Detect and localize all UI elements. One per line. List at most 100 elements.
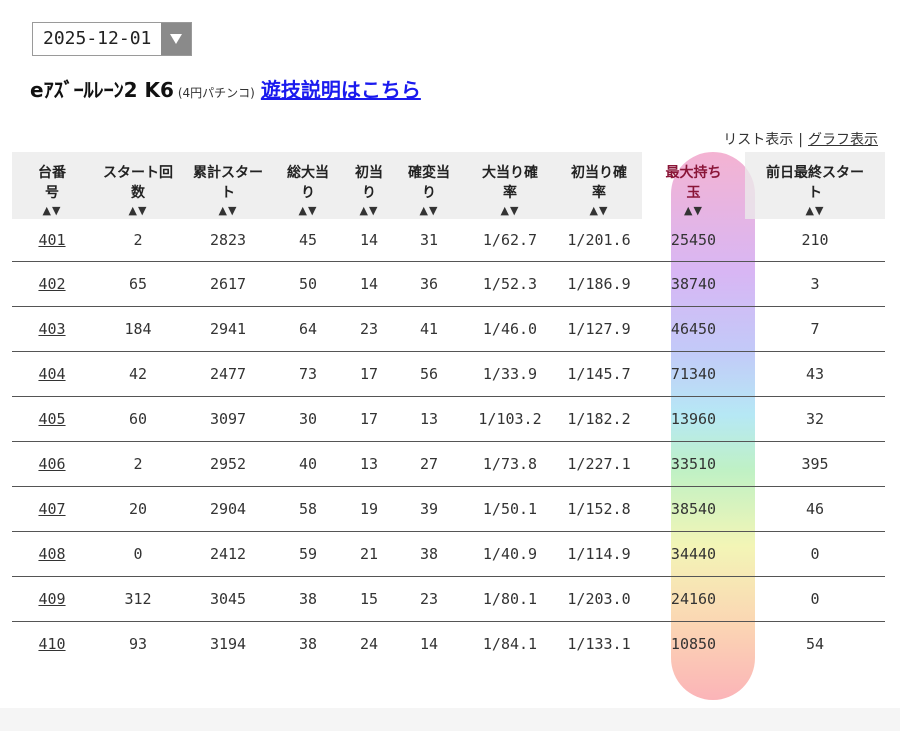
table-cell: 210 bbox=[745, 219, 885, 262]
table-cell: 25450 bbox=[642, 219, 745, 262]
date-value: 2025-12-01 bbox=[43, 28, 152, 49]
table-cell: 2952 bbox=[184, 441, 272, 487]
table-cell: 1/33.9 bbox=[464, 351, 556, 397]
column-header: 台番号 bbox=[12, 152, 92, 202]
machine-number-link[interactable]: 403 bbox=[38, 320, 65, 338]
sort-toggle-icon[interactable]: ▲▼ bbox=[745, 202, 885, 219]
table-cell: 42 bbox=[92, 351, 184, 397]
sort-toggle-icon[interactable]: ▲▼ bbox=[464, 202, 556, 219]
table-cell: 401 bbox=[12, 219, 92, 262]
table-cell: 0 bbox=[745, 576, 885, 622]
date-select[interactable]: 2025-12-01 bbox=[32, 22, 192, 56]
sort-toggle-icon[interactable]: ▲▼ bbox=[92, 202, 184, 219]
sort-toggle-icon[interactable]: ▲▼ bbox=[394, 202, 464, 219]
table-cell: 1/52.3 bbox=[464, 261, 556, 307]
sort-toggle-icon[interactable]: ▲▼ bbox=[556, 202, 642, 219]
table-row: 408 0 2412 59 21 38 1/40.9 1/114.9 34440 0 bbox=[12, 531, 885, 577]
column-header-text: 最大持ち bbox=[665, 164, 722, 180]
table-cell: 0 bbox=[745, 531, 885, 577]
table-cell: 13 bbox=[394, 396, 464, 442]
play-guide-link[interactable]: 遊技説明はこちら bbox=[261, 78, 421, 102]
table-cell: 14 bbox=[344, 261, 394, 307]
column-header: 確変当り bbox=[394, 152, 464, 202]
table-cell: 46450 bbox=[642, 306, 745, 352]
table-cell: 38540 bbox=[642, 486, 745, 532]
machine-category: (4円パチンコ) bbox=[177, 86, 255, 100]
table-cell: 27 bbox=[394, 441, 464, 487]
table-cell: 1/50.1 bbox=[464, 486, 556, 532]
sort-toggle-icon[interactable]: ▲▼ bbox=[272, 202, 344, 219]
table-cell: 24 bbox=[359, 635, 379, 653]
table-cell: 184 bbox=[92, 306, 184, 352]
sort-toggle-icon[interactable]: ▲▼ bbox=[642, 202, 745, 219]
table-cell: 14 bbox=[419, 635, 439, 653]
sort-toggle-icon[interactable]: ▲▼ bbox=[12, 202, 92, 219]
table-cell: 2 bbox=[92, 441, 184, 487]
sort-toggle-icon[interactable]: ▲▼ bbox=[184, 202, 272, 219]
column-header: 前日最終スタート bbox=[745, 152, 885, 202]
list-view-label: リスト表示 bbox=[723, 132, 794, 148]
machine-number-link[interactable]: 405 bbox=[38, 410, 65, 428]
column-header-text: 数 bbox=[131, 184, 145, 200]
triangle-down-icon[interactable] bbox=[161, 23, 191, 55]
table-cell: 3045 bbox=[184, 576, 272, 622]
table-cell: 73 bbox=[272, 351, 344, 397]
table-cell: 39 bbox=[394, 486, 464, 532]
table-cell: 1/80.1 bbox=[464, 576, 556, 622]
table-cell: 402 bbox=[12, 261, 92, 307]
table-cell: 2 bbox=[92, 219, 184, 262]
machine-number-link[interactable]: 410 bbox=[38, 635, 65, 653]
table-cell: 20 bbox=[92, 486, 184, 532]
table-cell: 2941 bbox=[184, 306, 272, 352]
view-toggle: リスト表示 | グラフ表示 bbox=[723, 129, 878, 149]
table-cell: 38 bbox=[272, 576, 344, 622]
table-cell: 404 bbox=[12, 351, 92, 397]
column-header-text: り bbox=[422, 184, 436, 200]
table-cell: 1/62.7 bbox=[464, 219, 556, 262]
title-row: eｱｽﾞｰﾙﾚｰﾝ2 K6 (4円パチンコ) 遊技説明はこちら bbox=[30, 74, 421, 103]
column-header-text: 号 bbox=[45, 184, 59, 200]
table-cell: 1/182.2 bbox=[556, 396, 642, 442]
table-cell: 403 bbox=[12, 306, 92, 352]
table-row: 404 42 2477 73 17 56 1/33.9 1/145.7 71340 43 bbox=[12, 351, 885, 397]
table-cell: 56 bbox=[394, 351, 464, 397]
column-header-text: 大当り確 bbox=[482, 164, 538, 180]
table-cell: 13960 bbox=[642, 396, 745, 442]
table-cell: 38740 bbox=[642, 261, 745, 307]
column-header-text: 総大当 bbox=[287, 164, 329, 180]
machine-number-link[interactable]: 401 bbox=[38, 231, 65, 249]
machine-number-link[interactable]: 404 bbox=[38, 365, 65, 383]
column-header: 累計スタート bbox=[184, 152, 272, 202]
table-cell: 14 bbox=[344, 219, 394, 262]
table-row: 406 2 2952 40 13 27 1/73.8 1/227.1 33510 395 bbox=[12, 441, 885, 487]
machine-number-link[interactable]: 407 bbox=[38, 500, 65, 518]
column-header-text: 率 bbox=[503, 184, 517, 200]
table-cell: 65 bbox=[92, 261, 184, 307]
table-body: 401 2 2823 45 14 31 1/62.7 1/201.6 25450 210 402 65… bbox=[12, 219, 885, 666]
table-row: 409 312 3045 38 15 23 1/80.1 1/203.0 24160 0 bbox=[12, 576, 885, 622]
table-cell: 1/203.0 bbox=[556, 576, 642, 622]
machine-number-link[interactable]: 409 bbox=[38, 590, 65, 608]
table-cell: 3097 bbox=[184, 396, 272, 442]
table-row: 405 60 3097 30 17 13 1/103.2 1/182.2 13960 32 bbox=[12, 396, 885, 442]
table-cell: 36 bbox=[394, 261, 464, 307]
sort-toggle-icon[interactable]: ▲▼ bbox=[344, 202, 394, 219]
machine-number-link[interactable]: 402 bbox=[38, 275, 65, 293]
machine-number-link[interactable]: 408 bbox=[38, 545, 65, 563]
table-cell: 60 bbox=[92, 396, 184, 442]
table-cell: 408 bbox=[12, 531, 92, 577]
table-cell: 34440 bbox=[642, 531, 745, 577]
data-table: 台番号スタート回数累計スタート総大当り初当り確変当り大当り確率初当り確率最大持ち… bbox=[12, 152, 885, 666]
machine-number-link[interactable]: 406 bbox=[38, 455, 65, 473]
table-cell: 1/114.9 bbox=[556, 531, 642, 577]
table-cell: 0 bbox=[92, 531, 184, 577]
column-header-text: スタート回 bbox=[103, 164, 173, 180]
graph-view-link[interactable]: グラフ表示 bbox=[808, 132, 878, 148]
table-cell: 1/145.7 bbox=[556, 351, 642, 397]
column-header-text: 累計スター bbox=[193, 164, 263, 180]
table-cell: 312 bbox=[92, 576, 184, 622]
table-cell: 395 bbox=[745, 441, 885, 487]
table-row: 401 2 2823 45 14 31 1/62.7 1/201.6 25450 210 bbox=[12, 219, 885, 262]
table-cell: 1/201.6 bbox=[556, 219, 642, 262]
table-cell: 405 bbox=[12, 396, 92, 442]
